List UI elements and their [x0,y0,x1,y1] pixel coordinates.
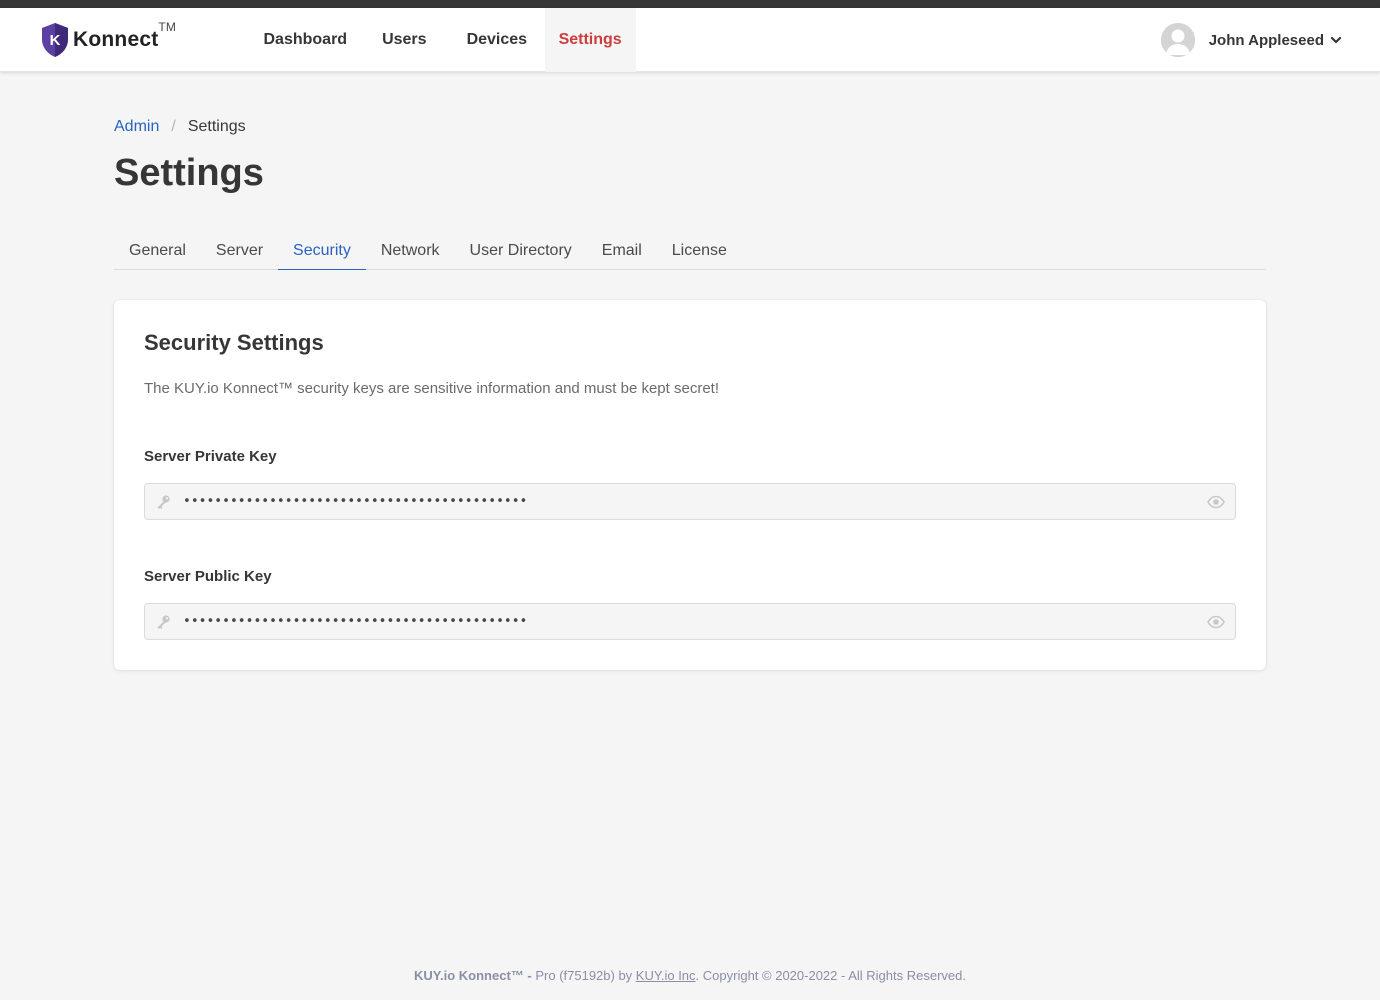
tab-network[interactable]: Network [366,232,455,270]
tab-general[interactable]: General [114,232,201,270]
nav-item-devices[interactable]: Devices [449,8,545,72]
brand-trademark: TM [158,20,177,34]
footer-product: KUY.io Konnect™ - [414,968,532,983]
tab-email[interactable]: Email [587,232,657,270]
eye-icon[interactable] [1207,494,1225,510]
tab-security[interactable]: Security [278,232,366,270]
breadcrumb: Admin / Settings [114,118,246,136]
key-icon [157,615,170,629]
card-title: Security Settings [144,330,324,355]
breadcrumb-admin-link[interactable]: Admin [114,118,159,136]
settings-tabs: General Server Security Network User Dir… [114,232,1266,270]
shield-logo-icon: K [42,23,68,57]
security-settings-card: Security Settings The KUY.io Konnect™ se… [114,300,1266,670]
breadcrumb-separator: / [171,118,176,135]
public-key-input[interactable] [183,604,1193,639]
chevron-down-icon [1330,36,1342,44]
footer-edition: Pro (f75192b) by [531,968,636,983]
tab-server[interactable]: Server [201,232,278,270]
key-icon [157,495,170,509]
eye-icon[interactable] [1207,614,1225,630]
navbar: K KonnectTM Dashboard Users Devices Sett… [0,8,1380,72]
brand-name-text: Konnect [73,28,159,51]
card-description: The KUY.io Konnect™ security keys are se… [144,380,719,397]
private-key-label: Server Private Key [144,448,277,465]
user-avatar-icon [1160,23,1195,57]
brand[interactable]: K KonnectTM [40,20,176,59]
public-key-label: Server Public Key [144,568,272,585]
footer: KUY.io Konnect™ - Pro (f75192b) by KUY.i… [0,968,1380,983]
brand-name: KonnectTM [73,20,176,52]
public-key-field [144,603,1236,640]
nav-item-settings[interactable]: Settings [544,8,636,72]
breadcrumb-current: Settings [187,118,246,135]
footer-company-link[interactable]: KUY.io Inc [636,968,696,983]
user-name: John Appleseed [1208,31,1324,49]
page-title: Settings [114,152,264,194]
main-nav: Dashboard Users Devices Settings [246,8,636,72]
footer-copyright: . Copyright © 2020-2022 - All Rights Res… [695,968,966,983]
tab-user-directory[interactable]: User Directory [455,232,587,270]
nav-item-users[interactable]: Users [365,8,444,72]
private-key-field [144,483,1236,520]
logo-letter: K [50,32,61,49]
user-menu[interactable]: John Appleseed [1160,22,1342,58]
top-accent-bar [0,0,1380,8]
tab-license[interactable]: License [657,232,742,270]
nav-item-dashboard[interactable]: Dashboard [246,8,365,72]
private-key-input[interactable] [183,484,1193,519]
